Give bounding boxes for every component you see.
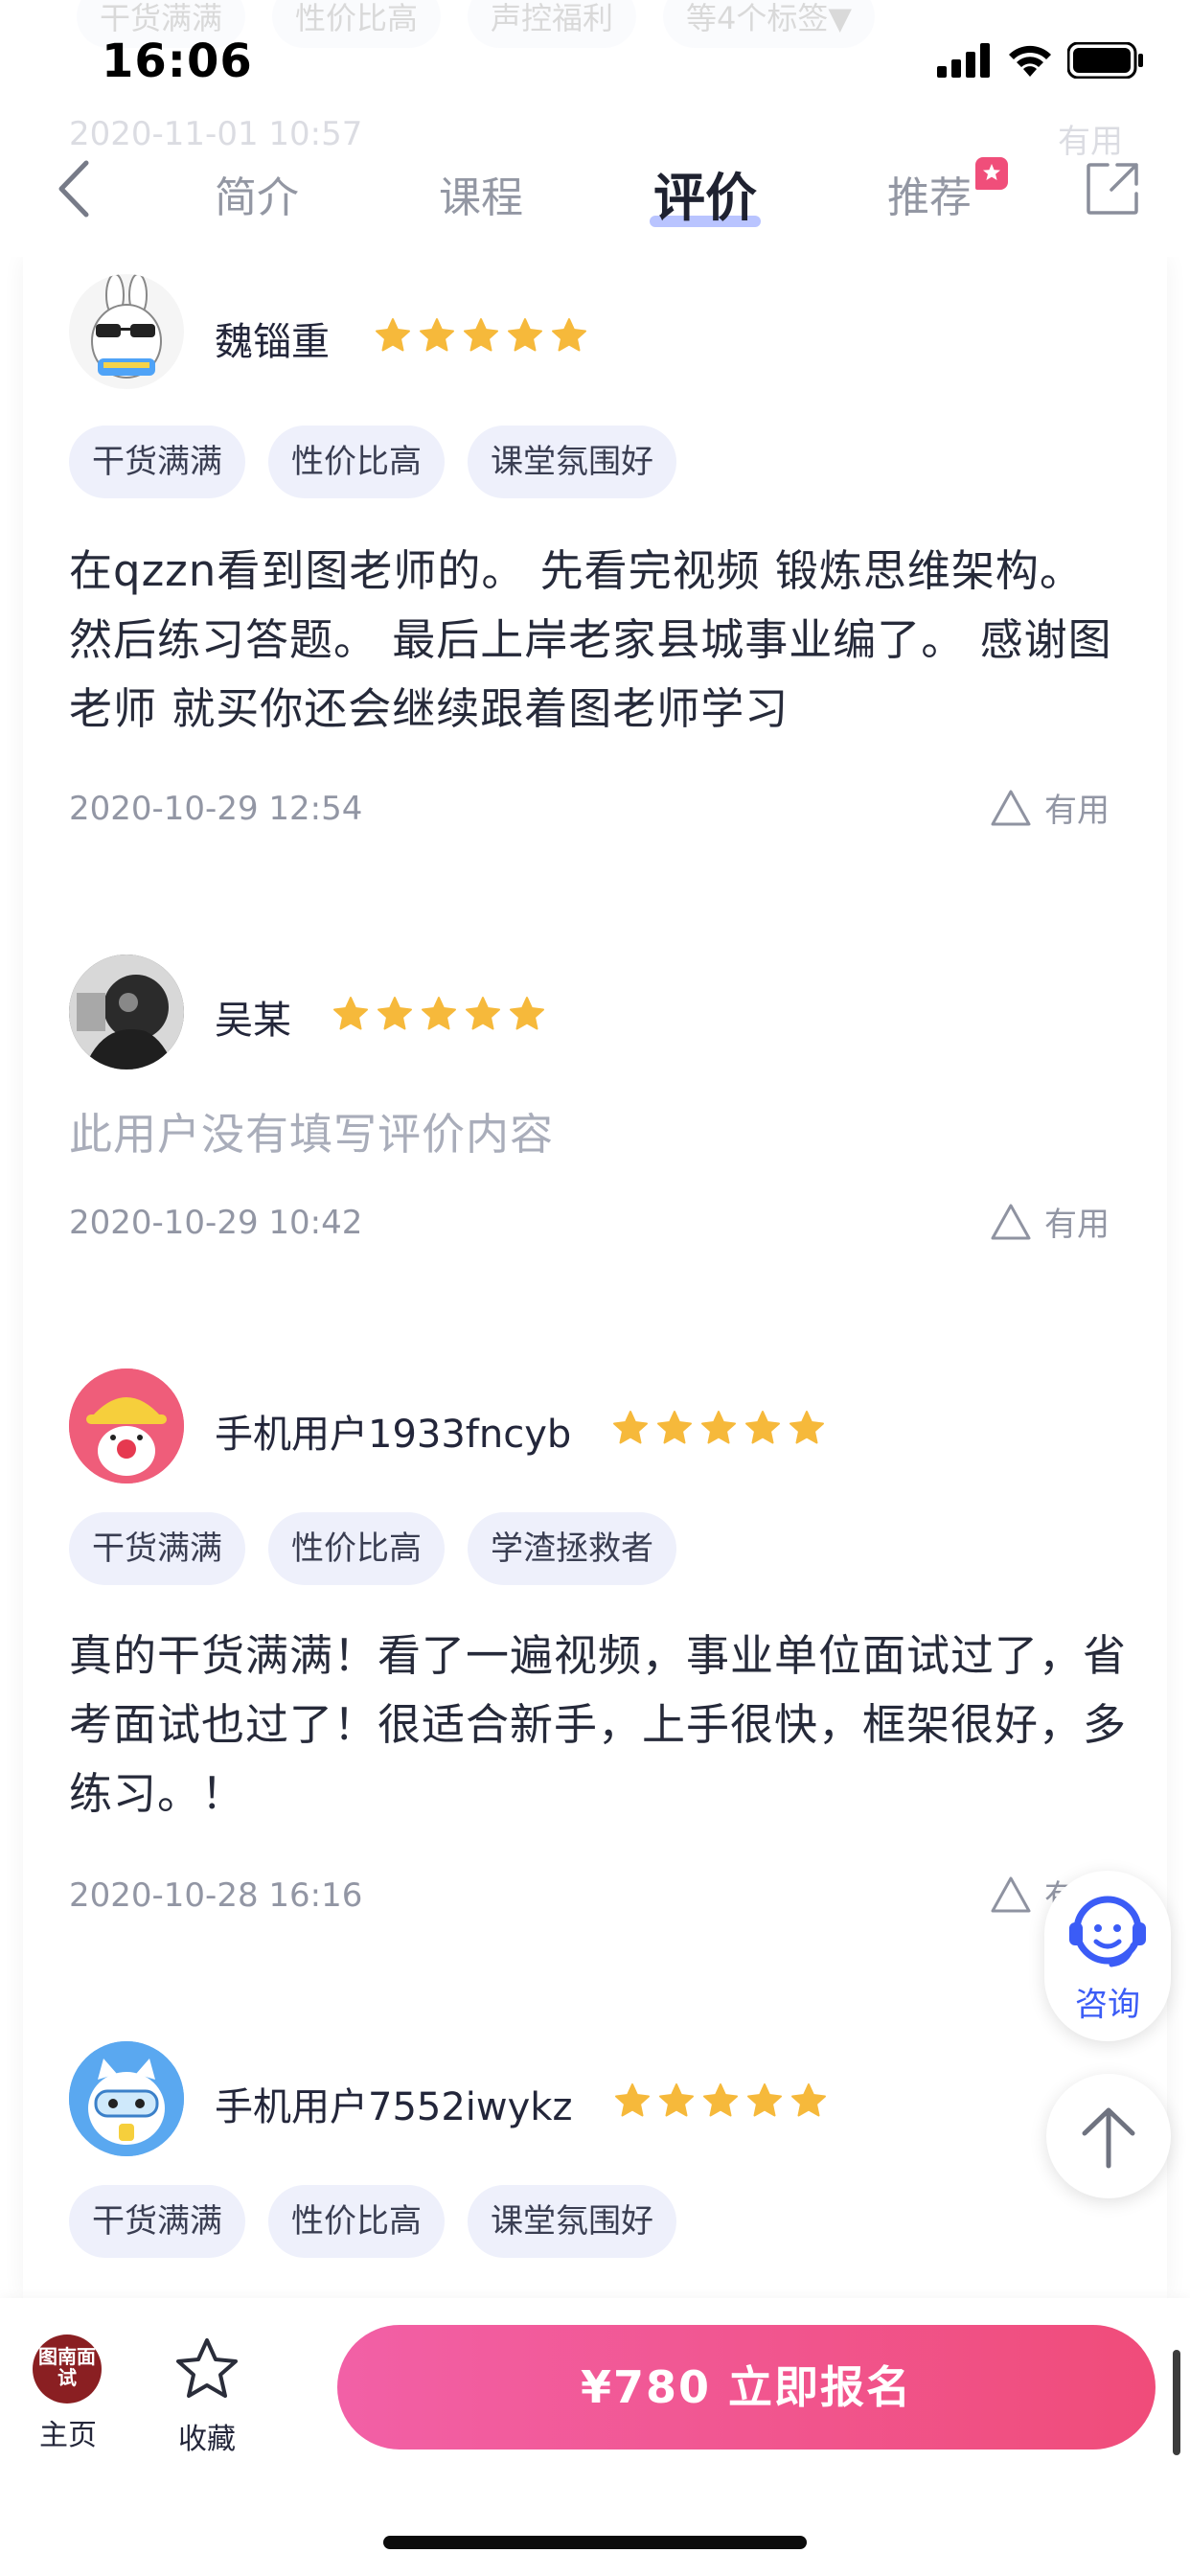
home-indicator[interactable] xyxy=(383,2536,807,2549)
rating-stars xyxy=(611,1409,826,1447)
thumbs-up-icon xyxy=(991,1876,1031,1912)
review-tag: 干货满满 xyxy=(69,2185,245,2258)
favorite-button[interactable]: 收藏 xyxy=(172,2334,241,2457)
rating-stars xyxy=(613,2082,828,2120)
thumbs-up-icon xyxy=(991,1204,1031,1239)
ghost-date: 2020-11-01 10:57 xyxy=(69,115,363,153)
review-tag: 干货满满 xyxy=(69,1512,245,1585)
username: 魏锱重 xyxy=(215,320,330,364)
customer-service-icon xyxy=(1069,1896,1146,1967)
cartoon-avatar-icon xyxy=(69,1368,184,1484)
star-icon xyxy=(615,2083,650,2117)
star-icon xyxy=(333,997,368,1030)
back-to-top-button[interactable] xyxy=(1046,2074,1171,2198)
star-icon xyxy=(420,318,454,352)
star-icon xyxy=(659,2083,694,2117)
review-tag: 性价比高 xyxy=(268,2185,445,2258)
username: 吴某 xyxy=(215,999,291,1043)
consult-button[interactable]: 咨询 xyxy=(1044,1871,1171,2041)
home-label: 主页 xyxy=(39,2419,97,2452)
photo-avatar-icon xyxy=(69,954,184,1070)
avatar[interactable] xyxy=(69,1368,184,1484)
useful-button[interactable]: 有用 xyxy=(989,784,1110,831)
useful-button[interactable]: 有用 xyxy=(989,1198,1110,1245)
tab-review[interactable]: 评价 xyxy=(650,155,761,231)
share-icon[interactable] xyxy=(1085,161,1140,217)
avatar[interactable] xyxy=(69,2041,184,2156)
status-bar: 干货满满 性价比高 声控福利 等4个标签▼ 2020-11-01 10:57 有… xyxy=(0,0,1190,161)
review-text-empty: 此用户没有填写评价内容 xyxy=(69,1109,555,1160)
star-icon xyxy=(552,318,586,352)
review-tags: 干货满满 性价比高 课堂氛围好 xyxy=(69,426,676,498)
star-icon xyxy=(745,1411,780,1444)
battery-icon xyxy=(1067,42,1143,79)
review-tag: 干货满满 xyxy=(69,426,245,498)
star-icon xyxy=(790,1411,824,1444)
useful-label: 有用 xyxy=(1044,792,1110,830)
ghost-tag: 等4个标签▼ xyxy=(663,0,876,48)
star-icon xyxy=(703,2083,738,2117)
review-tag: 课堂氛围好 xyxy=(468,2185,676,2258)
cat-avatar-icon xyxy=(69,2041,184,2156)
bottom-action-bar: 图南面试 主页 收藏 ¥780 立即报名 xyxy=(0,2298,1190,2576)
home-button[interactable]: 图南面试 主页 xyxy=(33,2334,103,2453)
enroll-button[interactable]: ¥780 立即报名 xyxy=(337,2325,1156,2450)
review-tags: 干货满满 性价比高 课堂氛围好 xyxy=(69,2185,676,2258)
hot-badge-icon xyxy=(975,157,1008,190)
avatar[interactable] xyxy=(69,274,184,389)
brand-logo: 图南面试 xyxy=(33,2334,102,2404)
bunny-avatar-icon xyxy=(91,274,162,379)
star-icon xyxy=(510,997,544,1030)
star-icon xyxy=(466,997,500,1030)
tab-review-label: 评价 xyxy=(653,168,757,228)
wifi-icon xyxy=(1009,45,1051,77)
clock: 16:06 xyxy=(102,34,253,88)
scrollbar[interactable] xyxy=(1173,2350,1180,2455)
star-icon xyxy=(508,318,542,352)
review-text: 在qzzn看到图老师的。 先看完视频 锻炼思维架构。 然后练习答题。 最后上岸老… xyxy=(69,545,1112,734)
username: 手机用户7552iwykz xyxy=(215,2085,573,2129)
review-tag: 课堂氛围好 xyxy=(468,426,676,498)
favorite-label: 收藏 xyxy=(178,2423,236,2456)
back-arrow-icon[interactable] xyxy=(50,155,98,222)
useful-label: 有用 xyxy=(1044,1206,1110,1244)
star-icon xyxy=(613,1411,648,1444)
status-icons xyxy=(937,42,1144,79)
thumbs-up-icon xyxy=(991,790,1031,825)
star-icon xyxy=(657,1411,692,1444)
tab-course[interactable]: 课程 xyxy=(439,163,523,224)
tab-recommend[interactable]: 推荐 xyxy=(887,157,1008,224)
rating-stars xyxy=(374,316,588,355)
star-icon xyxy=(747,2083,782,2117)
star-icon xyxy=(422,997,456,1030)
tab-intro[interactable]: 简介 xyxy=(215,163,299,224)
arrow-up-icon xyxy=(1082,2107,1135,2169)
review-tag: 性价比高 xyxy=(268,426,445,498)
ghost-tag: 性价比高 xyxy=(272,0,442,48)
star-icon xyxy=(378,997,412,1030)
avatar[interactable] xyxy=(69,954,184,1070)
star-outline-icon xyxy=(176,2338,238,2398)
review-date: 2020-10-28 16:16 xyxy=(69,1876,363,1915)
review-tags: 干货满满 性价比高 学渣拯救者 xyxy=(69,1512,676,1585)
ghost-tag: 声控福利 xyxy=(468,0,637,48)
star-icon xyxy=(376,318,410,352)
review-list[interactable]: 魏锱重 干货满满 性价比高 课堂氛围好 在qzzn看到图老师的。 先看完视频 锻… xyxy=(23,257,1167,2298)
consult-label: 咨询 xyxy=(1075,1986,1140,2024)
review-date: 2020-10-29 10:42 xyxy=(69,1204,363,1242)
ghost-useful: 有用 xyxy=(1058,123,1123,161)
star-icon xyxy=(791,2083,826,2117)
review-text: 真的干货满满！看了一遍视频，事业单位面试过了，省考面试也过了！很适合新手，上手很… xyxy=(69,1630,1128,1819)
tab-recommend-label: 推荐 xyxy=(887,173,972,222)
star-icon xyxy=(701,1411,736,1444)
review-tag: 学渣拯救者 xyxy=(468,1512,676,1585)
review-date: 2020-10-29 12:54 xyxy=(69,790,363,828)
review-tag: 性价比高 xyxy=(268,1512,445,1585)
star-icon xyxy=(464,318,498,352)
signal-icon xyxy=(937,43,990,78)
rating-stars xyxy=(332,995,546,1033)
username: 手机用户1933fncyb xyxy=(215,1413,572,1457)
